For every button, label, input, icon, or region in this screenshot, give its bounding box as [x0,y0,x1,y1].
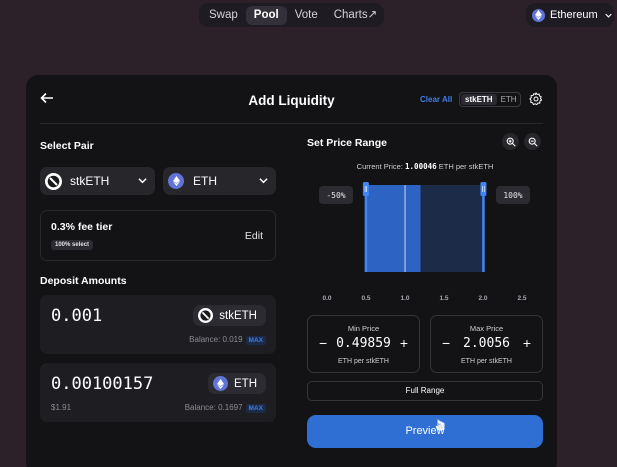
max-range-handle[interactable] [480,182,487,196]
zoom-out-icon [528,137,538,147]
max-button-b[interactable]: MAX [245,404,266,413]
deposit-b-balance-text: Balance: 0.1697 [184,403,243,412]
deposit-a-balance: Balance: 0.019 MAX [189,335,266,345]
clear-all-button[interactable]: Clear All [420,95,452,104]
deposit-box-b: 0.00100157 ETH $1.91 Balance: 0.1697 MAX [40,363,276,422]
stketh-icon [45,172,62,190]
network-selector[interactable]: Ethereum [526,3,614,27]
deposit-b-balance: Balance: 0.1697 MAX [184,403,266,413]
chevron-down-icon [259,178,268,184]
hand-cursor-icon [435,419,445,431]
x-tick-label: 1.5 [439,295,448,302]
network-label: Ethereum [550,9,598,21]
current-price: Current Price: 1.00046 ETH per stkETH [307,162,543,171]
select-pair-heading: Select Pair [40,140,94,152]
deposit-a-token-label: stkETH [219,309,257,322]
deposit-b-token-label: ETH [234,377,257,390]
ethereum-icon [532,8,545,22]
max-price-label: Max Price [469,324,504,333]
max-price-increment-button[interactable]: + [523,335,531,351]
min-price-unit: ETH per stkETH [338,358,389,365]
token-b-label: ETH [193,174,217,188]
x-tick-label: 2.0 [478,295,487,302]
liquidity-bar [366,185,421,272]
gear-icon[interactable] [529,92,543,106]
max-percent-label: 100% [503,191,522,200]
set-price-range-heading: Set Price Range [307,137,387,149]
min-price-label: Min Price [347,324,380,333]
edit-fee-button[interactable]: Edit [245,230,263,242]
price-range-chart[interactable]: -50% 100% 0.0 0.5 1.0 1.5 2.0 2.5 [307,175,543,305]
min-price-increment-button[interactable]: + [400,335,408,351]
max-button-a[interactable]: MAX [245,336,266,345]
top-nav: Swap Pool Vote Charts↗ [199,3,384,27]
current-price-unit: ETH per stkETH [438,162,494,171]
x-tick-label: 2.5 [517,295,526,302]
chevron-down-icon [605,13,612,18]
deposit-b-usd: $1.91 [51,403,72,412]
zoom-in-icon [506,137,516,147]
x-tick-label: 1.0 [400,295,409,302]
fee-tier-label: 0.3% fee tier [51,221,113,233]
toggle-eth[interactable]: ETH [497,94,521,105]
token-b-select[interactable]: ETH [163,167,276,195]
chevron-down-icon [138,178,147,184]
nav-pool[interactable]: Pool [245,5,287,25]
x-tick-label: 0.5 [361,295,370,302]
token-a-select[interactable]: stkETH [40,167,155,195]
full-range-button[interactable]: Full Range [307,381,543,401]
fee-tier-box: 0.3% fee tier 100% select Edit [40,210,276,261]
min-price-box: Min Price − 0.49859 + ETH per stkETH [307,315,420,373]
deposit-b-amount[interactable]: 0.00100157 [51,374,153,394]
max-price-unit: ETH per stkETH [461,358,512,365]
deposit-box-a: 0.001 stkETH Balance: 0.019 MAX [40,295,276,354]
min-range-handle[interactable] [362,182,369,196]
stketh-icon [198,308,214,323]
current-price-label: Current Price: [356,162,403,171]
preview-button[interactable]: Preview [307,415,543,448]
toggle-stketh[interactable]: stkETH [461,94,497,105]
min-percent-label: -50% [326,191,345,200]
liquidity-bar [420,185,483,272]
add-liquidity-card: Add Liquidity Clear All stkETH ETH Selec… [26,75,557,467]
token-a-label: stkETH [70,174,110,188]
nav-charts[interactable]: Charts↗ [326,6,386,25]
header-divider [40,123,543,124]
current-price-value: 1.00046 [405,162,437,171]
deposit-a-amount[interactable]: 0.001 [51,306,102,326]
zoom-out-button[interactable] [524,133,541,150]
deposit-b-token: ETH [208,373,266,394]
deposit-a-token: stkETH [193,305,266,326]
fee-tier-badge: 100% select [51,240,94,250]
eth-icon [168,173,184,189]
nav-vote[interactable]: Vote [287,6,326,25]
deposit-a-balance-text: Balance: 0.019 [189,335,243,344]
zoom-in-button[interactable] [502,133,519,150]
nav-swap[interactable]: Swap [201,6,246,25]
eth-icon [213,376,228,391]
max-price-box: Max Price − 2.0056 + ETH per stkETH [430,315,543,373]
deposit-amounts-heading: Deposit Amounts [40,275,127,287]
token-toggle: stkETH ETH [459,92,521,107]
x-tick-label: 0.0 [322,295,331,302]
